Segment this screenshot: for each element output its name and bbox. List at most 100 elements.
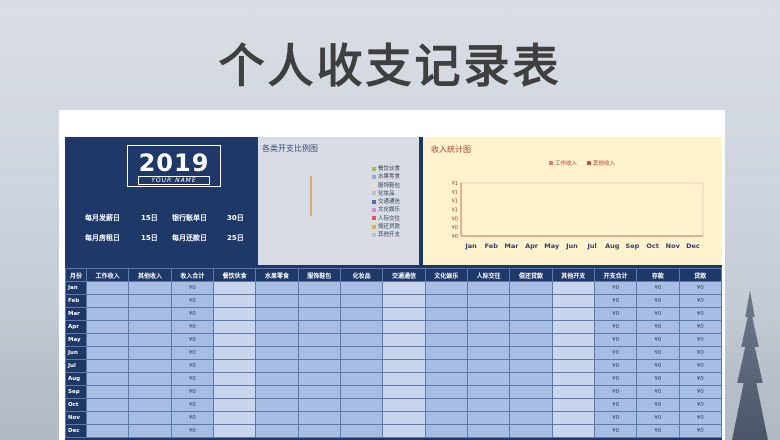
data-cell[interactable]: ¥0 [170,333,214,347]
bank-bill-value[interactable]: 30日 [227,213,244,223]
data-cell[interactable] [128,333,172,347]
data-cell[interactable] [297,307,341,321]
data-cell[interactable]: ¥0 [593,398,638,412]
data-cell[interactable] [509,372,553,386]
data-cell[interactable]: ¥0 [170,320,214,334]
data-cell[interactable] [212,333,257,347]
data-cell[interactable]: ¥0 [593,307,638,321]
data-cell[interactable]: ¥0 [170,359,214,373]
data-cell[interactable] [424,320,468,334]
data-cell[interactable] [297,398,341,412]
data-cell[interactable] [339,307,384,321]
data-cell[interactable]: ¥0 [593,359,638,373]
data-cell[interactable]: ¥0 [170,281,214,295]
data-cell[interactable] [509,411,553,425]
data-cell[interactable]: ¥0 [593,346,638,360]
data-cell[interactable]: ¥0 [678,385,723,399]
data-cell[interactable] [255,294,299,308]
data-cell[interactable] [424,372,468,386]
data-cell[interactable] [85,424,130,438]
data-cell[interactable] [339,385,384,399]
data-cell[interactable] [466,398,511,412]
data-cell[interactable] [509,398,553,412]
data-cell[interactable] [509,294,553,308]
data-cell[interactable] [85,372,130,386]
data-cell[interactable] [382,398,426,412]
data-cell[interactable] [466,359,511,373]
salary-day-value[interactable]: 15日 [141,213,158,223]
data-cell[interactable] [297,411,341,425]
data-cell[interactable] [466,411,511,425]
data-cell[interactable] [424,333,468,347]
data-cell[interactable] [255,424,299,438]
data-cell[interactable] [212,281,257,295]
data-cell[interactable]: ¥0 [170,398,214,412]
data-cell[interactable]: ¥0 [678,307,723,321]
data-cell[interactable] [382,307,426,321]
data-cell[interactable] [551,346,595,360]
data-cell[interactable] [85,385,130,399]
data-cell[interactable] [509,281,553,295]
data-cell[interactable] [128,294,172,308]
income-line-chart[interactable]: 收入统计图 工作收入 其他收入 ¥1 ¥1 ¥1 ¥1 ¥0 ¥0 ¥0 Jan Feb Mar Apr M… [423,137,722,265]
data-cell[interactable] [551,281,595,295]
data-cell[interactable]: ¥0 [636,281,680,295]
data-cell[interactable]: ¥0 [170,372,214,386]
data-cell[interactable] [551,294,595,308]
data-cell[interactable] [297,424,341,438]
data-cell[interactable] [85,411,130,425]
data-cell[interactable] [85,281,130,295]
data-cell[interactable] [382,281,426,295]
data-cell[interactable] [466,372,511,386]
data-cell[interactable] [255,359,299,373]
data-cell[interactable] [382,294,426,308]
data-cell[interactable]: ¥0 [636,398,680,412]
data-cell[interactable] [424,385,468,399]
data-cell[interactable]: ¥0 [593,320,638,334]
data-cell[interactable] [85,333,130,347]
data-cell[interactable] [424,424,468,438]
data-cell[interactable]: ¥0 [678,294,723,308]
data-cell[interactable] [297,346,341,360]
data-cell[interactable] [128,372,172,386]
data-cell[interactable]: ¥0 [636,346,680,360]
data-cell[interactable] [128,411,172,425]
data-cell[interactable] [297,372,341,386]
data-cell[interactable] [551,411,595,425]
data-cell[interactable] [128,281,172,295]
data-cell[interactable] [551,372,595,386]
data-cell[interactable] [85,346,130,360]
data-cell[interactable]: ¥0 [636,385,680,399]
data-cell[interactable] [128,424,172,438]
data-cell[interactable]: ¥0 [636,320,680,334]
data-cell[interactable] [339,346,384,360]
data-cell[interactable] [551,320,595,334]
data-cell[interactable] [85,294,130,308]
data-cell[interactable] [212,411,257,425]
data-cell[interactable] [297,333,341,347]
data-cell[interactable] [339,424,384,438]
data-cell[interactable] [85,398,130,412]
data-cell[interactable] [466,307,511,321]
data-cell[interactable] [551,359,595,373]
data-cell[interactable] [339,411,384,425]
rent-day-value[interactable]: 15日 [141,233,158,243]
data-cell[interactable] [551,398,595,412]
data-cell[interactable] [551,385,595,399]
data-cell[interactable]: ¥0 [678,320,723,334]
data-cell[interactable] [424,281,468,295]
data-cell[interactable] [382,372,426,386]
data-cell[interactable] [212,320,257,334]
data-cell[interactable] [382,346,426,360]
data-cell[interactable] [85,307,130,321]
data-cell[interactable]: ¥0 [593,281,638,295]
data-cell[interactable] [297,320,341,334]
data-cell[interactable] [255,281,299,295]
data-cell[interactable]: ¥0 [593,294,638,308]
data-cell[interactable]: ¥0 [678,359,723,373]
data-cell[interactable] [212,294,257,308]
data-cell[interactable]: ¥0 [593,372,638,386]
repay-day-value[interactable]: 25日 [227,233,244,243]
data-cell[interactable] [424,294,468,308]
data-cell[interactable] [255,372,299,386]
